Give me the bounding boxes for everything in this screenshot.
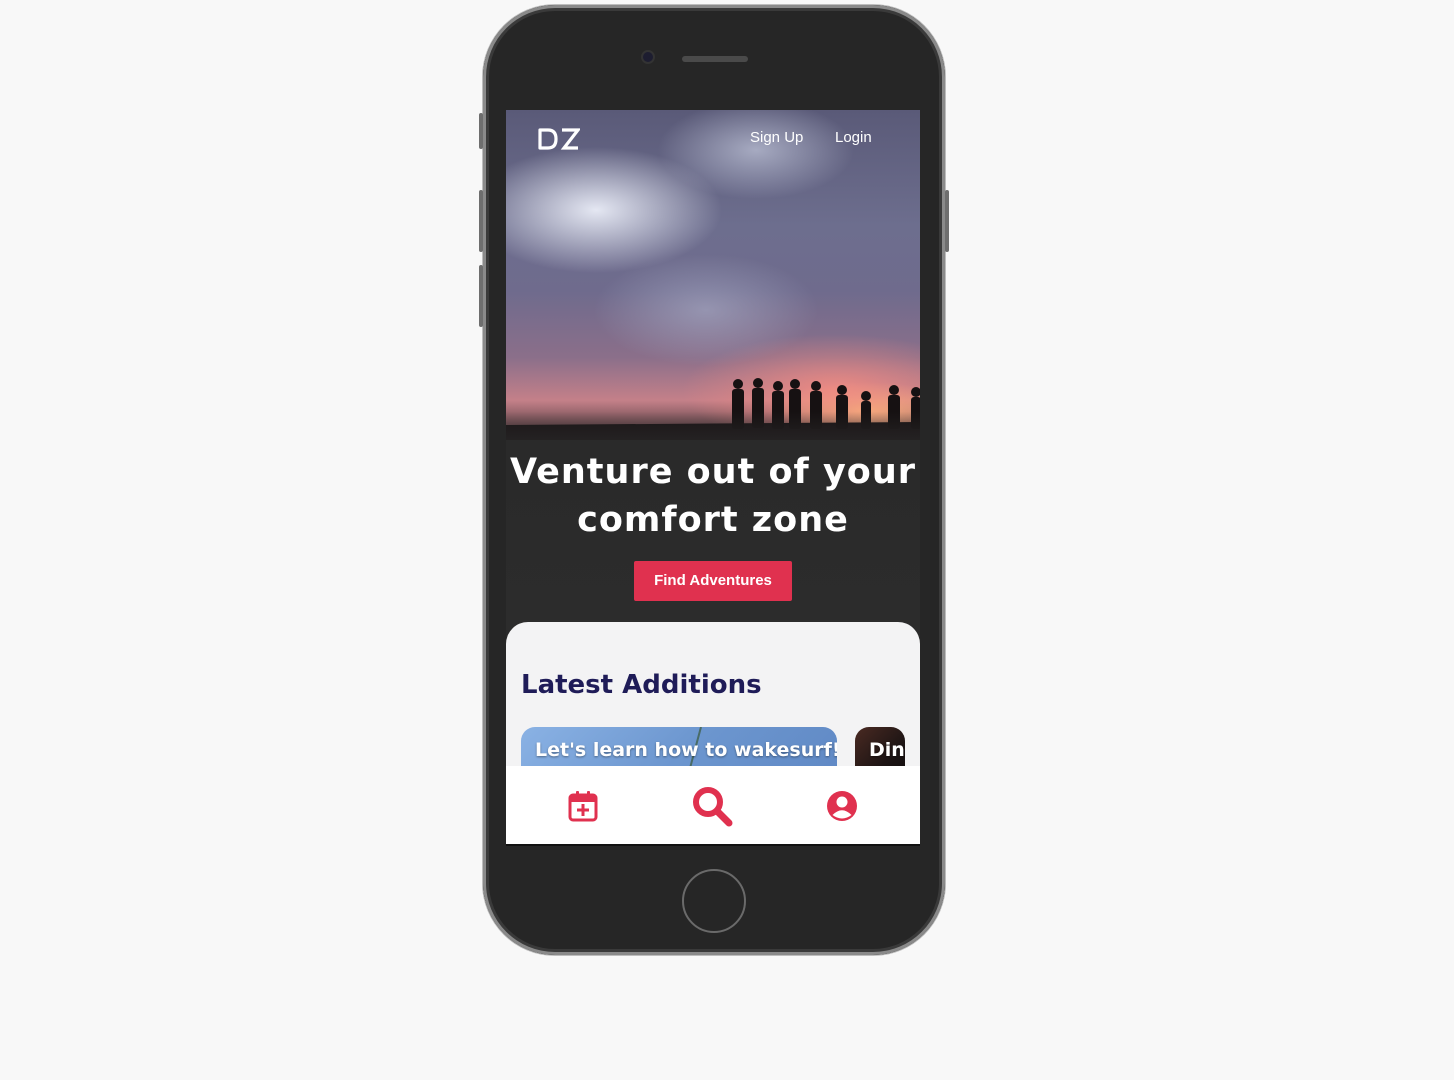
section-title: Latest Additions — [521, 670, 762, 700]
hero-headline-line2: comfort zone — [577, 500, 849, 540]
home-button[interactable] — [682, 869, 746, 933]
signup-link[interactable]: Sign Up — [750, 129, 803, 146]
tab-search[interactable] — [672, 766, 752, 846]
user-circle-icon — [827, 791, 857, 821]
mute-switch — [479, 113, 483, 149]
search-icon — [693, 787, 733, 827]
bottom-tab-bar — [506, 766, 920, 846]
hero-headline: Venture out of your comfort zone — [506, 448, 920, 544]
front-camera — [643, 52, 653, 62]
tab-create-event[interactable] — [543, 766, 623, 846]
dz-logo-icon[interactable] — [538, 128, 580, 150]
app-screen: Sign Up Login Venture out of your comfor… — [506, 110, 920, 846]
volume-up-button — [479, 190, 483, 252]
hero-headline-line1: Venture out of your — [509, 452, 917, 492]
find-adventures-button[interactable]: Find Adventures — [634, 561, 792, 601]
volume-down-button — [479, 265, 483, 327]
tab-profile[interactable] — [802, 766, 882, 846]
calendar-plus-icon — [568, 791, 598, 822]
login-link[interactable]: Login — [835, 129, 872, 146]
power-button — [945, 190, 949, 252]
adventure-card-title: Dinr — [869, 739, 905, 761]
hero-gradient-overlay — [506, 110, 920, 630]
adventure-card-title: Let's learn how to wakesurf! — [535, 739, 837, 761]
earpiece-speaker — [682, 56, 748, 62]
